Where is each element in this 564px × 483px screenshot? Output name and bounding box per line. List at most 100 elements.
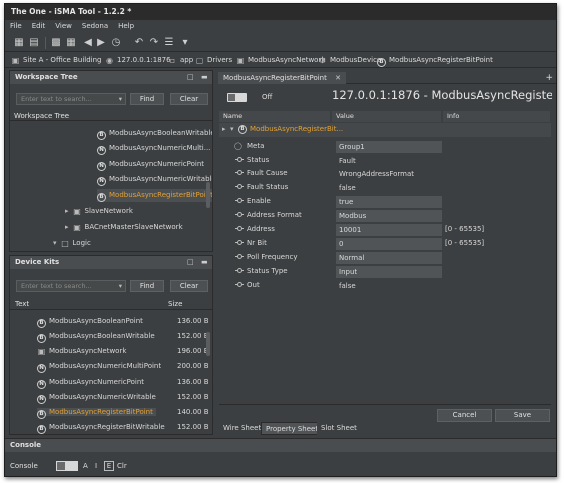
slot-icon (235, 184, 244, 190)
console-button-i[interactable]: I (95, 457, 97, 475)
cancel-button[interactable]: Cancel (437, 409, 492, 422)
console-button-a[interactable]: A (83, 457, 88, 475)
collapse-arrow-icon[interactable]: ▾ (53, 239, 57, 247)
property-row-fault-cause[interactable]: Fault Cause WrongAddressFormat (219, 167, 551, 181)
property-row-nr-bit[interactable]: Nr Bit 0 [0 - 65535] (219, 237, 551, 251)
forward-icon[interactable]: ▶ (95, 37, 107, 49)
property-row-status[interactable]: Status Fault (219, 154, 551, 168)
document-icon[interactable]: ▤ (28, 37, 40, 49)
minimize-icon[interactable]: ▬ (201, 71, 208, 84)
breadcrumb-connection[interactable]: ◉ 127.0.0.1:1876 (105, 52, 171, 68)
tab-wire-sheet[interactable]: Wire Sheet (219, 422, 266, 435)
chevron-down-icon[interactable]: ▾ (119, 281, 122, 291)
menu-view[interactable]: View (50, 20, 77, 33)
breadcrumb-drivers[interactable]: ▢ Drivers (195, 52, 232, 68)
breadcrumb-app[interactable]: ▫ app (168, 52, 193, 68)
kits-table-header: Text Size (10, 299, 212, 310)
tab-register-bit-point[interactable]: ModbusAsyncRegisterBitPoint ✕ (218, 72, 346, 84)
grid-icon[interactable]: ▦ (13, 37, 25, 49)
kit-row[interactable]: B ModbusAsyncBooleanWritable 152.00 B (37, 330, 212, 343)
breadcrumb-point[interactable]: B ModbusAsyncRegisterBitPoint (377, 52, 493, 68)
kit-row[interactable]: N ModbusAsyncNumericPoint 136.00 B (37, 376, 212, 389)
image-icon[interactable]: ▩ (50, 37, 62, 49)
back-icon[interactable]: ◀ (82, 37, 94, 49)
tree-item[interactable]: B ModbusAsyncBooleanWritable (97, 127, 212, 140)
menu-file[interactable]: File (5, 20, 27, 33)
kit-row[interactable]: B ModbusAsyncBooleanPoint 136.00 B (37, 315, 212, 328)
breadcrumb-site[interactable]: ▣ Site A - Office Building (11, 52, 102, 68)
kits-scrollbar[interactable] (206, 332, 210, 356)
menu-edit[interactable]: Edit (27, 20, 51, 33)
b-icon: B (377, 58, 386, 67)
kit-row-selected[interactable]: B ModbusAsyncRegisterBitPoint 140.00 B (37, 406, 212, 419)
property-row-address-format[interactable]: Address Format Modbus (219, 209, 551, 223)
console-toolbar: Console A I E Clr (5, 457, 556, 475)
workspace-find-button[interactable]: Find (130, 93, 164, 105)
app-icon: ▫ (169, 56, 176, 65)
maximize-icon[interactable]: □ (187, 256, 194, 269)
toolbar: ▦ ▤ ▩ ▦ ◀ ▶ ◷ ↶ ↷ ☰ ▾ (5, 34, 556, 52)
undo-icon[interactable]: ↶ (133, 37, 145, 49)
shield-icon: ◯ (234, 142, 242, 150)
tree-item[interactable]: N ModbusAsyncNumericMulti... (97, 142, 210, 155)
workspace-tree: B ModbusAsyncBooleanWritable N ModbusAsync… (10, 122, 212, 251)
console-toggle[interactable] (56, 461, 78, 471)
tree-item[interactable]: ▸ ▣ SlaveNetwork (65, 205, 133, 218)
redo-icon[interactable]: ↷ (148, 37, 160, 49)
workspace-clear-button[interactable]: Clear (170, 93, 208, 105)
property-row-meta[interactable]: ◯ Meta Group1 (219, 140, 551, 154)
b-icon: B (37, 410, 46, 419)
close-icon[interactable]: ✕ (335, 74, 341, 82)
tree-item[interactable]: ▾ □ Logic (53, 237, 91, 250)
kits-clear-button[interactable]: Clear (170, 280, 208, 292)
kit-row[interactable]: ▣ ModbusAsyncNetwork 196.00 B (37, 345, 212, 358)
menu-help[interactable]: Help (113, 20, 139, 33)
tree-item[interactable]: N ModbusAsyncNumericPoint (97, 158, 204, 171)
b-icon: B (37, 319, 46, 328)
tree-item[interactable]: N ModbusAsyncNumericWritable (97, 173, 212, 186)
property-row-enable[interactable]: Enable true (219, 195, 551, 209)
slot-icon (235, 282, 244, 288)
property-root-row[interactable]: ▸ ▾ B ModbusAsyncRegisterBit... (219, 123, 551, 137)
save-button[interactable]: Save (495, 409, 550, 422)
collapse-arrow-icon[interactable]: ▾ (230, 123, 234, 137)
history-icon[interactable]: ◷ (110, 37, 122, 49)
kits-find-button[interactable]: Find (130, 280, 164, 292)
workspace-scrollbar[interactable] (206, 182, 210, 208)
menu-sedona[interactable]: Sedona (77, 20, 113, 33)
console-panel: Console Console A I E Clr (5, 438, 556, 476)
tab-slot-sheet[interactable]: Slot Sheet (317, 422, 361, 435)
breadcrumb-device[interactable]: ⚙ ModbusDevice (318, 52, 381, 68)
kit-row[interactable]: B ModbusAsyncRegisterBitWritable 152.00 B (37, 421, 212, 434)
window-title: The One - iSMA Tool - 1.2.2 * (11, 7, 132, 16)
more-icon[interactable]: ▾ (179, 37, 191, 49)
minimize-icon[interactable]: ▬ (201, 256, 208, 269)
maximize-icon[interactable]: □ (187, 71, 194, 84)
enable-toggle[interactable] (227, 93, 247, 102)
console-header: Console (5, 439, 556, 452)
slot-icon (235, 157, 244, 163)
expand-arrow-icon[interactable]: ▸ (65, 223, 69, 231)
kits-search-input[interactable]: Enter text to search... ▾ (16, 280, 126, 292)
tab-property-sheet[interactable]: Property Sheet (261, 422, 324, 435)
add-tab-icon[interactable]: + (545, 72, 553, 84)
console-button-e[interactable]: E (104, 461, 114, 471)
tree-item[interactable]: ▸ ▣ BACnetMasterSlaveNetwork (65, 221, 183, 234)
property-row-fault-status[interactable]: Fault Status false (219, 181, 551, 195)
property-row-status-type[interactable]: Status Type Input (219, 265, 551, 279)
console-clear-button[interactable]: Clr (117, 457, 127, 475)
chevron-down-icon[interactable]: ▾ (119, 94, 122, 104)
kit-row[interactable]: N ModbusAsyncNumericMultiPoint 200.00 B (37, 360, 212, 373)
expand-arrow-icon[interactable]: ▸ (222, 123, 226, 137)
property-row-out[interactable]: Out false (219, 279, 551, 293)
property-row-poll-frequency[interactable]: Poll Frequency Normal (219, 251, 551, 265)
layout-icon[interactable]: ▦ (65, 37, 77, 49)
kit-row[interactable]: N ModbusAsyncNumericWritable 152.00 B (37, 391, 212, 404)
breadcrumb-network[interactable]: ▣ ModbusAsyncNetwork (236, 52, 326, 68)
expand-arrow-icon[interactable]: ▸ (65, 207, 69, 215)
tree-item-selected[interactable]: B ModbusAsyncRegisterBitPoint (97, 189, 212, 202)
workspace-search-input[interactable]: Enter text to search... ▾ (16, 93, 126, 105)
list-icon[interactable]: ☰ (163, 37, 175, 49)
n-icon: N (97, 146, 106, 155)
property-row-address[interactable]: Address 10001 [0 - 65535] (219, 223, 551, 237)
